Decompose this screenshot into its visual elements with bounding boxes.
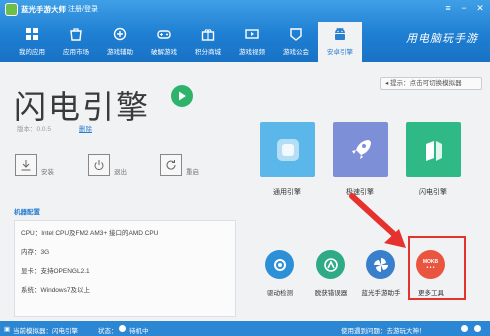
game-assist-icon (111, 25, 129, 43)
driver-check-button[interactable] (265, 250, 294, 279)
nav-label: 游戏视频 (239, 49, 265, 56)
power-icon (88, 154, 110, 176)
lightning-engine-icon (425, 140, 442, 161)
nav-label: 应用市场 (63, 49, 89, 56)
app-logo (5, 3, 18, 16)
status-value: 待机中 (129, 328, 149, 335)
nav-label: 游戏辅助 (107, 49, 133, 56)
nav-label: 安卓引擎 (327, 49, 353, 56)
nav-android-engine[interactable]: 安卓引擎 (318, 22, 362, 62)
crack-game-icon (155, 25, 173, 43)
assistant-button[interactable] (366, 250, 395, 279)
error-catcher-button[interactable] (316, 250, 345, 279)
install-label: 安装 (41, 169, 54, 176)
engine-version: 版本：0.0.5 (17, 126, 51, 133)
nav-game-assist[interactable]: 游戏辅助 (98, 22, 142, 62)
nav-label: 游戏公会 (283, 49, 309, 56)
exit-label: 退出 (114, 169, 127, 176)
download-icon (15, 154, 37, 176)
problem-link[interactable]: 使用遇到问题：去游玩大神！ (341, 325, 426, 335)
hint-text: 提示：点击可切换模拟器 (390, 80, 462, 87)
refresh-icon (160, 154, 182, 176)
window-controls: ≡ − ✕ (442, 3, 486, 14)
status-dot-icon (119, 325, 126, 332)
engine-label-general: 通用引擎 (273, 189, 301, 196)
engine-label-fast: 极速引擎 (346, 189, 374, 196)
settings-icon[interactable] (474, 325, 481, 332)
engine-tile-fast[interactable] (333, 122, 388, 177)
apps-icon (23, 25, 41, 43)
tool-label: 脱获错误器 (314, 290, 348, 297)
current-emulator: 当前模拟器：闪电引擎 (13, 328, 78, 335)
nav-video[interactable]: 游戏视频 (230, 22, 274, 62)
nav-crack-game[interactable]: 破解游戏 (142, 22, 186, 62)
emulator-icon: ▣ (4, 326, 11, 333)
delete-engine-link[interactable]: 删除 (79, 123, 92, 133)
main-nav: 我的应用 应用市场 游戏辅助 破解游戏 积分商城 游戏视频 游戏公会 安卓引擎 (10, 22, 362, 62)
config-gpu: 显卡：支持OPENGL2.1 (21, 268, 90, 275)
app-title: 蓝光手游大师 (21, 5, 66, 14)
config-cpu: CPU：Intel CPU及FM2 AM3+ 接口的AMD CPU (21, 230, 159, 237)
restart-button[interactable]: 重启 (160, 154, 199, 176)
engine-label-lightning: 闪电引擎 (419, 189, 447, 196)
rocket-icon (351, 139, 371, 159)
video-icon (243, 25, 261, 43)
android-icon (331, 25, 349, 43)
brand-slogan: 用电脑玩手游 (406, 32, 478, 45)
tool-label: 蓝光手游助手 (361, 290, 401, 297)
assistant-icon (373, 257, 388, 272)
minimize-icon[interactable]: − (458, 3, 470, 14)
config-os: 系统：Windows7及以上 (21, 287, 90, 294)
close-icon[interactable]: ✕ (474, 3, 486, 14)
market-icon (67, 25, 85, 43)
app-header: 蓝光手游大师 注册/登录 ≡ − ✕ 我的应用 应用市场 游戏辅助 破解游戏 积… (0, 0, 490, 62)
engine-tile-general[interactable] (260, 122, 315, 177)
engine-tile-lightning[interactable] (406, 122, 461, 177)
driver-check-icon (273, 258, 286, 271)
highlight-box (408, 236, 466, 300)
nav-my-apps[interactable]: 我的应用 (10, 22, 54, 62)
login-link[interactable]: 注册/登录 (68, 4, 98, 14)
exit-button[interactable]: 退出 (88, 154, 127, 176)
switch-emulator-hint[interactable]: ◂ 提示：点击可切换模拟器 (380, 77, 482, 90)
play-icon (179, 91, 186, 101)
nav-label: 我的应用 (19, 49, 45, 56)
nav-market[interactable]: 应用市场 (54, 22, 98, 62)
nav-label: 破解游戏 (151, 49, 177, 56)
config-title: 机器配置 (14, 209, 40, 216)
config-memory: 内存：3G (21, 249, 50, 256)
title-bar: 蓝光手游大师 注册/登录 ≡ − ✕ (0, 0, 490, 20)
menu-icon[interactable]: ≡ (442, 3, 454, 14)
engine-title: 闪电引擎 (14, 89, 151, 125)
nav-points-mall[interactable]: 积分商城 (186, 22, 230, 62)
help-icon[interactable] (461, 325, 468, 332)
status-label: 状态： (98, 328, 118, 335)
start-engine-button[interactable] (171, 85, 193, 107)
status-bar: ▣ 当前模拟器：闪电引擎 状态： 待机中 使用遇到问题：去游玩大神！ (0, 321, 490, 336)
config-panel: CPU：Intel CPU及FM2 AM3+ 接口的AMD CPU 内存：3G … (14, 220, 236, 317)
points-mall-icon (199, 25, 217, 43)
nav-guild[interactable]: 游戏公会 (274, 22, 318, 62)
guild-icon (287, 25, 305, 43)
restart-label: 重启 (186, 169, 199, 176)
error-catcher-icon (323, 257, 338, 272)
install-button[interactable]: 安装 (15, 154, 54, 176)
general-engine-icon (276, 138, 299, 161)
tool-label: 驱动检测 (267, 290, 293, 297)
nav-label: 积分商城 (195, 49, 221, 56)
